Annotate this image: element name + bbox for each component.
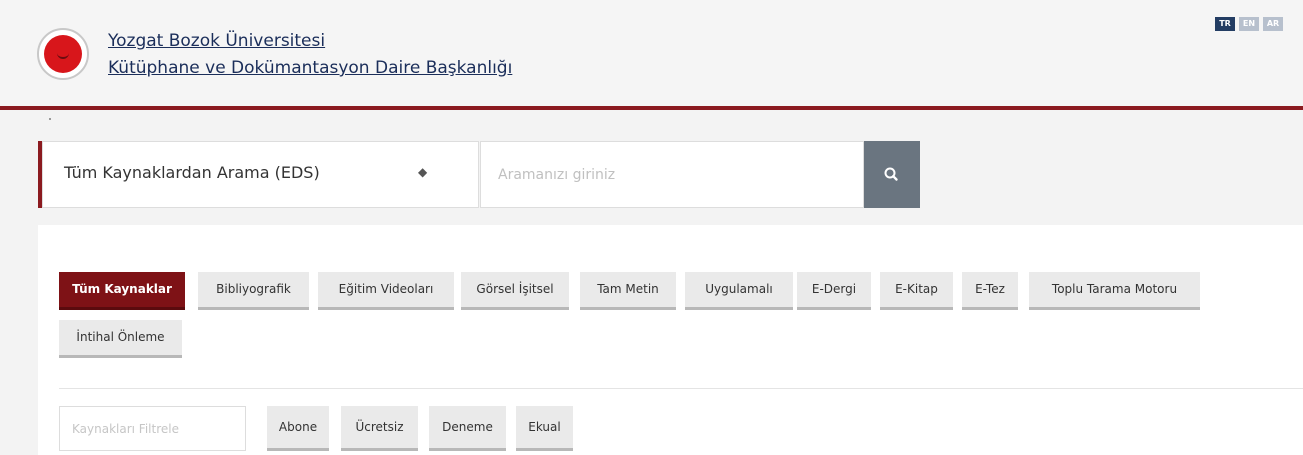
logo-emblem	[44, 35, 82, 73]
tab-e-kitap[interactable]: E-Kitap	[880, 272, 953, 310]
tab-intihal-onleme[interactable]: İntihal Önleme	[59, 320, 182, 358]
filter-abone-button[interactable]: Abone	[267, 406, 329, 451]
search-scope-select[interactable]: Tüm Kaynaklardan Arama (EDS) ◆	[42, 141, 479, 208]
search-scope-value: Tüm Kaynaklardan Arama (EDS)	[64, 163, 320, 182]
tab-toplu-tarama-motoru[interactable]: Toplu Tarama Motoru	[1029, 272, 1200, 310]
filter-deneme-button[interactable]: Deneme	[429, 406, 506, 451]
language-ar-button[interactable]: AR	[1263, 17, 1283, 31]
search-bar: Tüm Kaynaklardan Arama (EDS) ◆	[38, 141, 920, 208]
search-icon	[884, 167, 898, 181]
language-en-button[interactable]: EN	[1239, 17, 1259, 31]
search-button[interactable]	[864, 141, 920, 208]
search-input[interactable]	[480, 141, 864, 208]
tab-uygulamali[interactable]: Uygulamalı	[685, 272, 793, 310]
panel-divider	[59, 388, 1303, 389]
decorative-dot	[49, 118, 51, 120]
university-logo[interactable]	[37, 28, 89, 80]
tab-gorsel-isitsel[interactable]: Görsel İşitsel	[461, 272, 569, 310]
tab-tam-metin[interactable]: Tam Metin	[580, 272, 676, 310]
tab-egitim-videolari[interactable]: Eğitim Videoları	[318, 272, 454, 310]
university-name-link[interactable]: Yozgat Bozok Üniversitesi	[108, 31, 325, 51]
filter-ekual-button[interactable]: Ekual	[516, 406, 573, 451]
header-divider	[0, 106, 1303, 110]
tab-e-tez[interactable]: E-Tez	[962, 272, 1018, 310]
select-arrows-icon: ◆	[418, 165, 428, 179]
site-header: Yozgat Bozok Üniversitesi Kütüphane ve D…	[0, 0, 1303, 106]
tab-bibliyografik[interactable]: Bibliyografik	[198, 272, 309, 310]
tab-tum-kaynaklar[interactable]: Tüm Kaynaklar	[59, 272, 185, 310]
department-name-link[interactable]: Kütüphane ve Dokümantasyon Daire Başkanl…	[108, 58, 512, 78]
tab-e-dergi[interactable]: E-Dergi	[797, 272, 871, 310]
resources-panel: Tüm Kaynaklar Bibliyografik Eğitim Video…	[38, 225, 1303, 455]
filter-ucretsiz-button[interactable]: Ücretsiz	[341, 406, 418, 451]
resource-filter-input[interactable]	[59, 406, 246, 451]
language-tr-button[interactable]: TR	[1215, 17, 1235, 31]
